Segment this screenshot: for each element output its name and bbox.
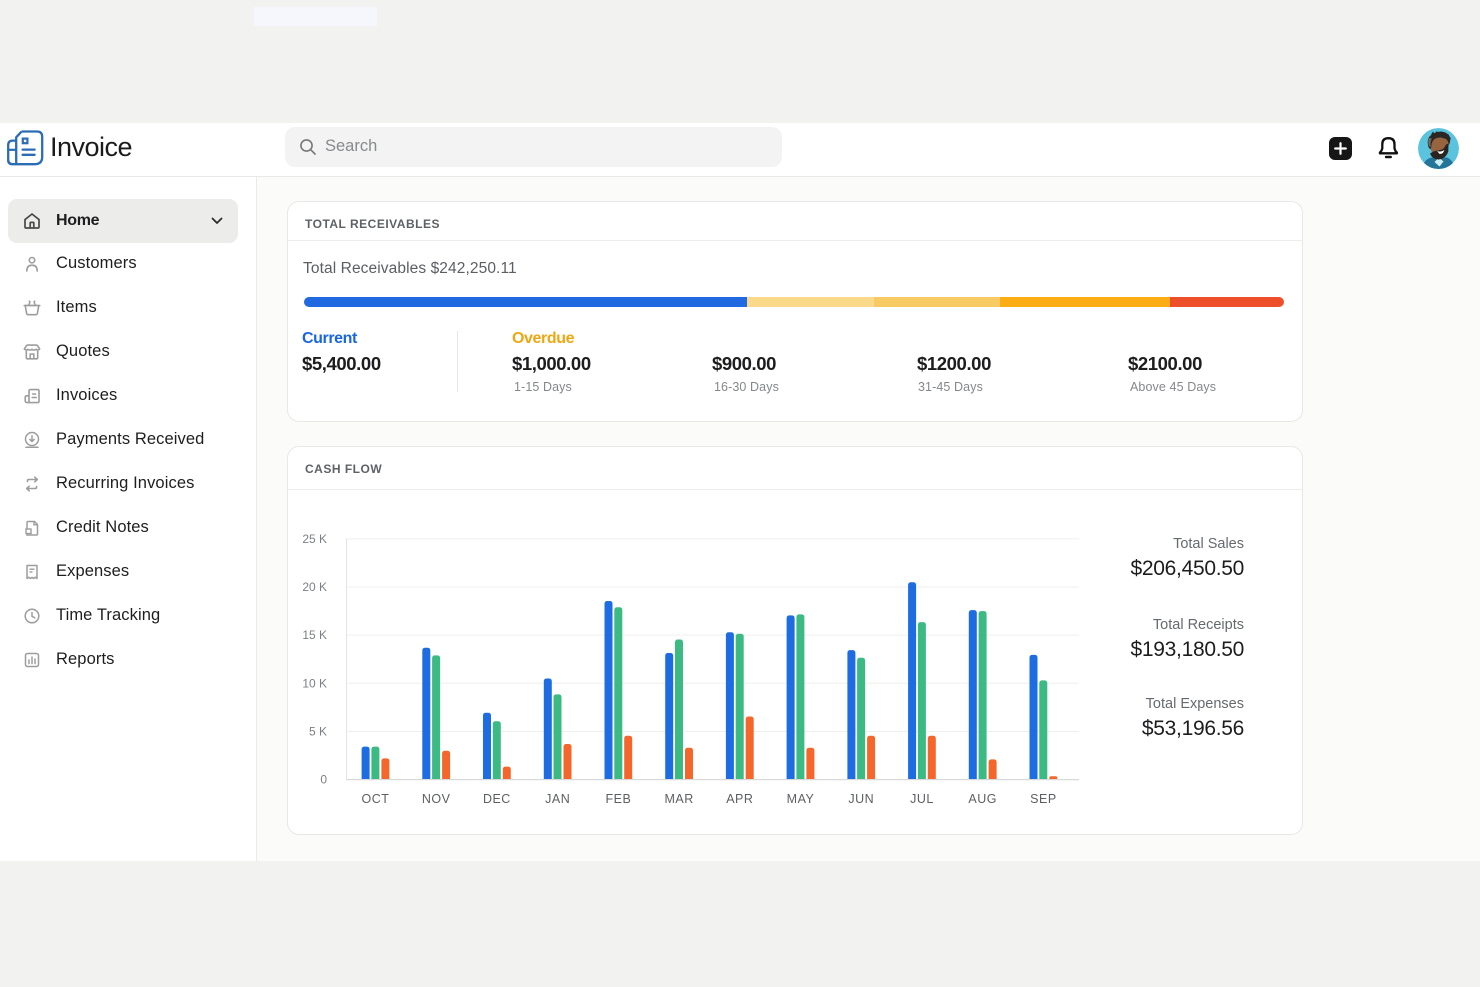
svg-text:FEB: FEB [605, 792, 631, 806]
svg-text:JUL: JUL [910, 792, 934, 806]
svg-text:DEC: DEC [483, 792, 511, 806]
svg-text:NOV: NOV [422, 792, 451, 806]
svg-text:SEP: SEP [1030, 792, 1057, 806]
svg-text:OCT: OCT [362, 792, 390, 806]
svg-text:5 K: 5 K [309, 725, 327, 739]
svg-text:10 K: 10 K [302, 676, 327, 690]
svg-text:JAN: JAN [545, 792, 570, 806]
svg-text:15 K: 15 K [302, 628, 327, 642]
svg-text:25 K: 25 K [302, 532, 327, 546]
svg-text:MAY: MAY [787, 792, 815, 806]
svg-text:0: 0 [320, 773, 327, 787]
svg-text:AUG: AUG [968, 792, 997, 806]
svg-text:MAR: MAR [664, 792, 693, 806]
svg-text:20 K: 20 K [302, 580, 327, 594]
svg-text:APR: APR [726, 792, 753, 806]
svg-text:JUN: JUN [848, 792, 874, 806]
